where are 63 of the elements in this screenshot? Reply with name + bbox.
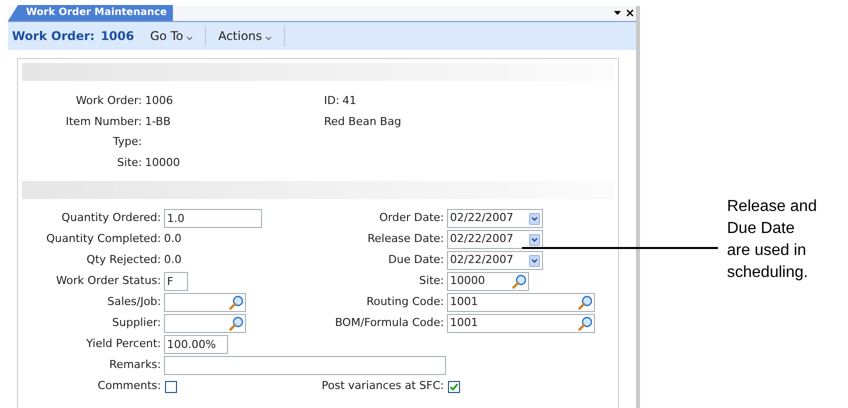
field-label: Due Date: bbox=[387, 252, 444, 268]
date-field[interactable]: 02/22/2007 bbox=[447, 230, 543, 249]
caret-icon bbox=[186, 36, 194, 40]
lookup-field[interactable]: 1001 bbox=[447, 314, 595, 333]
search-icon[interactable] bbox=[229, 316, 243, 331]
callout-text: scheduling. bbox=[727, 263, 809, 283]
window-tab[interactable]: Work Order Maintenance bbox=[8, 5, 173, 21]
field-label: Comments: bbox=[96, 378, 161, 394]
field-label: Yield Percent: bbox=[85, 336, 161, 352]
lookup-field[interactable] bbox=[164, 293, 246, 312]
field-value: Red Bean Bag bbox=[324, 114, 402, 130]
field-label: Post variances at SFC: bbox=[320, 378, 444, 394]
field-value: 1-BB bbox=[145, 114, 171, 130]
close-icon[interactable] bbox=[626, 9, 634, 17]
date-field[interactable]: 02/22/2007 bbox=[447, 209, 543, 228]
field-label: Supplier: bbox=[111, 315, 161, 332]
callout-text: Due Date bbox=[727, 219, 796, 239]
field-label: Qty Rejected: bbox=[85, 252, 161, 268]
dropdown-icon[interactable] bbox=[529, 212, 540, 224]
lookup-field[interactable] bbox=[164, 314, 246, 333]
field-label: Item Number: bbox=[64, 114, 142, 130]
input-field[interactable]: 1.0 bbox=[164, 209, 262, 228]
input-field[interactable] bbox=[164, 356, 446, 375]
input-field[interactable]: 100.00% bbox=[164, 335, 228, 354]
toolbar-title: Work Order: bbox=[12, 28, 95, 45]
field-label: ID: bbox=[324, 93, 340, 110]
date-field[interactable]: 02/22/2007 bbox=[447, 251, 543, 270]
field-label: Remarks: bbox=[108, 357, 161, 374]
checkbox[interactable] bbox=[165, 380, 177, 392]
field-label: Quantity Completed: bbox=[45, 231, 161, 248]
search-icon[interactable] bbox=[229, 295, 243, 310]
lookup-field[interactable]: 1001 bbox=[447, 293, 595, 312]
field-label: Release Date: bbox=[366, 231, 444, 248]
field-label: Site: bbox=[116, 154, 142, 170]
field-label: Type: bbox=[112, 134, 142, 150]
input-field[interactable]: F bbox=[164, 272, 188, 291]
search-icon[interactable] bbox=[578, 295, 592, 310]
caret-icon bbox=[265, 36, 272, 40]
dropdown-icon[interactable] bbox=[613, 9, 622, 17]
field-label: Routing Code: bbox=[365, 294, 444, 310]
field-label: Sales/Job: bbox=[106, 294, 161, 310]
menu-button[interactable]: Actions bbox=[214, 26, 276, 46]
field-value: 10000 bbox=[145, 154, 180, 170]
search-icon[interactable] bbox=[512, 274, 526, 289]
work-order-number: 1006 bbox=[100, 28, 134, 45]
field-value: 1006 bbox=[145, 93, 173, 109]
checkbox[interactable] bbox=[448, 380, 460, 392]
callout-text: Release and bbox=[727, 197, 818, 217]
dropdown-icon[interactable] bbox=[529, 254, 540, 266]
field-label: Work Order Status: bbox=[55, 273, 161, 290]
field-label: BOM/Formula Code: bbox=[334, 315, 444, 332]
callout-text: are used in bbox=[727, 241, 808, 261]
field-label: Quantity Ordered: bbox=[60, 210, 161, 226]
dropdown-icon[interactable] bbox=[529, 234, 540, 246]
lookup-field[interactable]: 10000 bbox=[447, 272, 529, 291]
field-value: 41 bbox=[342, 93, 356, 110]
search-icon[interactable] bbox=[578, 316, 592, 331]
field-label: Work Order: bbox=[74, 93, 142, 109]
field-value: 0.0 bbox=[164, 231, 182, 248]
field-label: Order Date: bbox=[378, 210, 444, 226]
menu-button[interactable]: Go To bbox=[146, 26, 198, 46]
field-value: 0.0 bbox=[164, 252, 182, 268]
field-label: Site: bbox=[418, 273, 444, 290]
